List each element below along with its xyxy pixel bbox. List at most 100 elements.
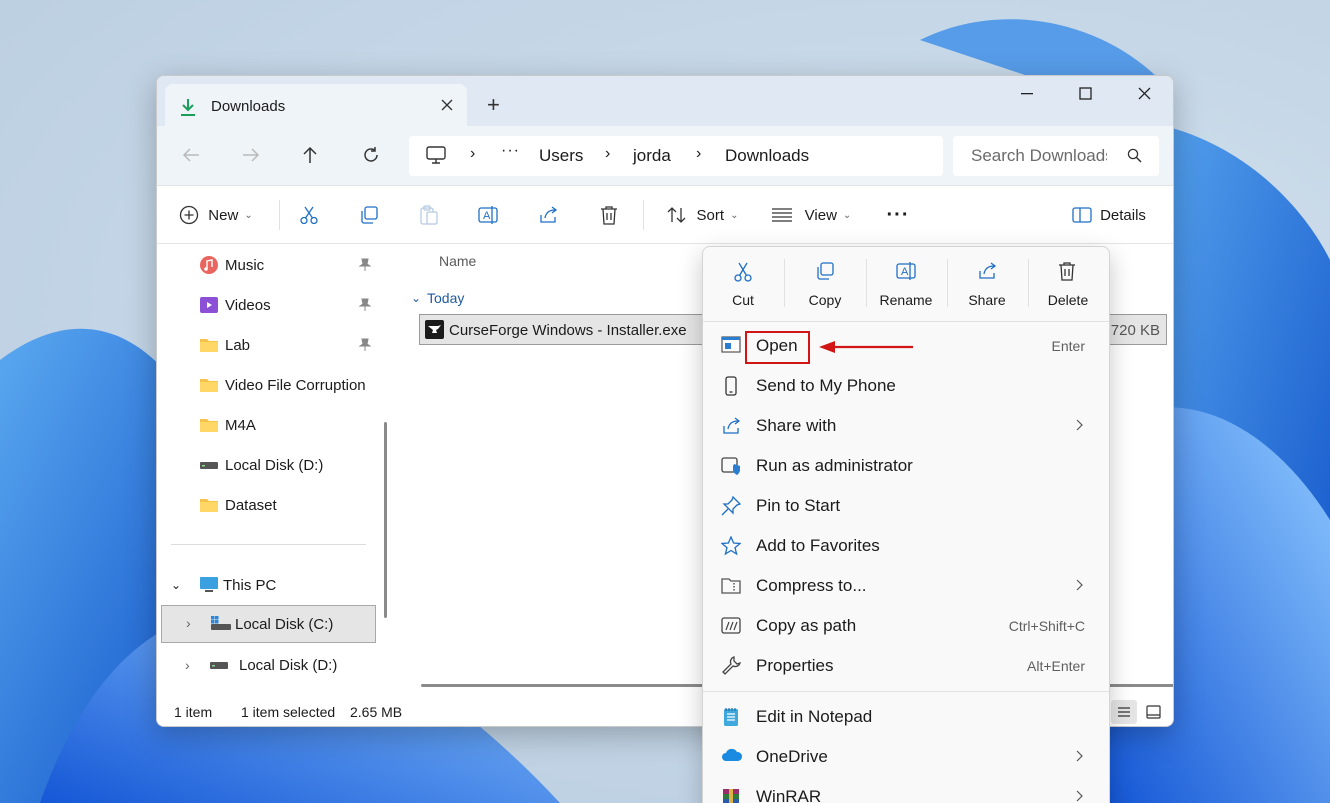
sidebar-item-video-file-corruption[interactable]: Video File Corruption — [199, 367, 389, 403]
scissors-icon — [734, 262, 752, 282]
sidebar-item-label: Local Disk (D:) — [239, 656, 338, 674]
chevron-right-icon — [1076, 579, 1083, 591]
menu-item-label: Copy as path — [756, 616, 857, 635]
back-arrow-icon[interactable] — [182, 147, 200, 163]
sidebar-item-local-disk-d[interactable]: Local Disk (D:) — [199, 447, 379, 483]
menu-item-add-to-favorites[interactable]: Add to Favorites — [707, 526, 1105, 566]
tab-downloads[interactable]: Downloads — [165, 84, 467, 126]
copy-label: Copy — [808, 292, 842, 308]
delete-action[interactable]: Delete — [1028, 247, 1108, 321]
copy-action[interactable]: Copy — [785, 247, 865, 321]
menu-item-compress-to[interactable]: Compress to... — [707, 566, 1105, 606]
menu-item-label: Compress to... — [756, 576, 867, 595]
delete-label: Delete — [1047, 292, 1089, 308]
videos-icon — [200, 297, 218, 313]
menu-item-edit-in-notepad[interactable]: Edit in Notepad — [707, 697, 1105, 737]
menu-item-label: Pin to Start — [756, 496, 841, 515]
breadcrumb-downloads[interactable]: Downloads — [725, 146, 809, 166]
sidebar-item-videos[interactable]: Videos — [199, 287, 379, 323]
new-button[interactable]: New ⌄ — [171, 186, 261, 244]
column-header-name[interactable]: Name — [439, 253, 476, 269]
minimize-icon[interactable] — [1021, 93, 1033, 95]
chevron-right-icon: › — [470, 145, 476, 162]
sidebar-scrollbar[interactable] — [384, 422, 387, 618]
divider — [703, 691, 1109, 692]
search-box[interactable]: Search Downloads — [953, 136, 1159, 176]
details-pane-icon — [1072, 207, 1092, 223]
close-window-icon[interactable] — [1138, 87, 1151, 100]
trash-icon — [601, 206, 617, 225]
menu-item-properties[interactable]: Properties Alt+Enter — [707, 646, 1105, 686]
breadcrumb-jorda[interactable]: jorda — [633, 146, 671, 166]
sidebar-item-this-pc[interactable]: ⌄ This PC — [171, 567, 371, 603]
address-field[interactable]: › ··· Users › jorda › Downloads — [409, 136, 943, 176]
pin-icon[interactable] — [359, 338, 371, 352]
divider — [703, 321, 1109, 322]
sort-button[interactable]: Sort ⌄ — [661, 186, 743, 244]
search-icon — [1127, 148, 1142, 163]
chevron-down-icon: ⌄ — [171, 578, 182, 592]
breadcrumb-users[interactable]: Users — [539, 146, 583, 166]
menu-item-onedrive[interactable]: OneDrive — [707, 737, 1105, 777]
new-tab-button[interactable]: + — [487, 92, 500, 118]
sidebar-item-lab[interactable]: Lab — [199, 327, 379, 363]
details-button[interactable]: Details — [1067, 186, 1151, 244]
menu-item-copy-as-path[interactable]: Copy as path Ctrl+Shift+C — [707, 606, 1105, 646]
refresh-icon[interactable] — [362, 146, 380, 164]
view-button[interactable]: View ⌄ — [769, 186, 853, 244]
menu-item-winrar[interactable]: WinRAR — [707, 777, 1105, 803]
chevron-down-icon: ⌄ — [730, 209, 739, 221]
copy-button[interactable] — [354, 186, 384, 244]
forward-arrow-icon[interactable] — [242, 147, 260, 163]
svg-text:A: A — [901, 266, 909, 278]
rename-icon: A — [896, 262, 916, 280]
rename-action[interactable]: A Rename — [866, 247, 946, 321]
pin-icon[interactable] — [359, 258, 371, 272]
more-options-icon[interactable]: ··· — [881, 186, 915, 244]
sidebar-item-dataset[interactable]: Dataset — [199, 487, 379, 523]
notepad-icon — [724, 708, 738, 726]
view-list-icon — [771, 208, 792, 222]
rename-button[interactable]: A — [474, 186, 504, 244]
close-tab-icon[interactable] — [441, 99, 453, 111]
paste-icon — [420, 205, 438, 225]
sidebar-item-m4a[interactable]: M4A — [199, 407, 379, 443]
cut-button[interactable] — [294, 186, 324, 244]
cut-action[interactable]: Cut — [703, 247, 783, 321]
more-path-icon[interactable]: ··· — [501, 142, 520, 160]
share-action[interactable]: Share — [947, 247, 1027, 321]
paste-button[interactable] — [414, 186, 444, 244]
maximize-icon[interactable] — [1079, 87, 1092, 100]
menu-item-run-as-admin[interactable]: Run as administrator — [707, 446, 1105, 486]
menu-item-open[interactable]: Open Enter — [707, 326, 1105, 366]
computer-icon — [426, 146, 446, 164]
divider — [279, 200, 280, 230]
chevron-right-icon — [1076, 750, 1083, 762]
annotation-arrow-icon — [819, 341, 913, 353]
chevron-down-icon[interactable]: ⌄ — [411, 291, 421, 305]
details-view-toggle[interactable] — [1111, 700, 1137, 724]
rename-icon: A — [478, 206, 498, 224]
navigation-pane: Music Videos Lab Video File Corruption M… — [157, 244, 397, 696]
selection-size: 2.65 MB — [350, 704, 403, 720]
download-icon — [181, 99, 195, 116]
menu-item-share-with[interactable]: Share with — [707, 406, 1105, 446]
group-header-today[interactable]: Today — [427, 290, 464, 306]
sidebar-item-local-disk-c[interactable]: › Local Disk (C:) — [161, 605, 376, 643]
sidebar-item-label: Lab — [225, 336, 251, 354]
command-bar: New ⌄ A Sort ⌄ View ⌄ ··· Details — [157, 186, 1173, 244]
folder-icon — [200, 339, 218, 352]
sidebar-item-label: Video File Corruption — [225, 376, 366, 394]
menu-item-label: Properties — [756, 656, 834, 675]
pin-icon[interactable] — [359, 298, 371, 312]
tiles-view-icon[interactable] — [1146, 705, 1161, 719]
chevron-down-icon: ⌄ — [842, 209, 852, 221]
share-button[interactable] — [534, 186, 564, 244]
menu-item-pin-to-start[interactable]: Pin to Start — [707, 486, 1105, 526]
up-arrow-icon[interactable] — [302, 146, 318, 164]
menu-item-send-to-phone[interactable]: Send to My Phone — [707, 366, 1105, 406]
delete-button[interactable] — [594, 186, 624, 244]
sidebar-item-local-disk-d-2[interactable]: › Local Disk (D:) — [185, 647, 375, 683]
sidebar-item-music[interactable]: Music — [199, 247, 379, 283]
drive-icon — [210, 662, 228, 669]
